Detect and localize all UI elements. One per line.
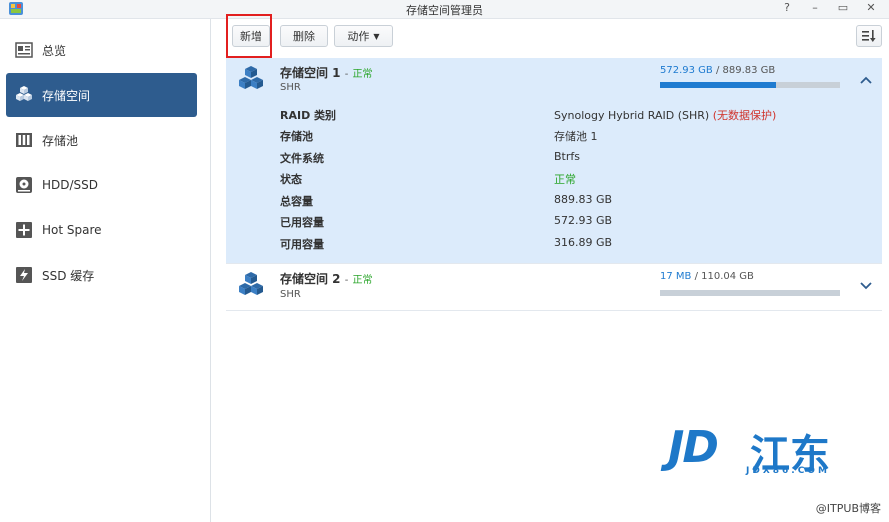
detail-label: 总容量 <box>280 195 313 208</box>
action-label: 动作 <box>347 30 370 43</box>
detail-value: 316.89 GB <box>554 236 613 249</box>
sidebar-item-hot-spare[interactable]: Hot Spare <box>6 208 197 252</box>
usage-used: 17 MB <box>660 271 692 282</box>
sort-button[interactable] <box>856 25 882 47</box>
chevron-down-icon[interactable] <box>858 278 874 294</box>
raid-warning: (无数据保护) <box>712 109 777 122</box>
volume-icon <box>239 66 263 89</box>
detail-value: 572.93 GB <box>554 214 613 227</box>
volume-type: SHR <box>280 289 301 300</box>
usage-total: 889.83 GB <box>722 65 776 76</box>
usage-slash: / <box>712 65 723 76</box>
detail-label: 已用容量 <box>280 216 324 229</box>
usage-bar <box>660 82 840 88</box>
volume-icon <box>239 272 263 295</box>
sidebar-item-label: 存储空间 <box>42 88 91 103</box>
volume-icon <box>14 85 34 105</box>
sidebar-item-label: HDD/SSD <box>42 178 99 192</box>
sidebar-item-overview[interactable]: 总览 <box>6 28 197 72</box>
credit-watermark: @ITPUB博客 <box>815 502 881 515</box>
maximize-button[interactable]: ▭ <box>836 1 850 15</box>
volume-name: 存储空间 2 - 正常 <box>280 270 373 287</box>
disk-icon <box>14 175 34 195</box>
window-title: 存储空间管理员 <box>406 4 483 17</box>
hot-spare-icon <box>14 220 34 240</box>
usage-slash: / <box>691 271 702 282</box>
caret-down-icon: ▼ <box>373 31 380 41</box>
volume-status: 正常 <box>352 69 373 80</box>
sidebar: 总览 存储空间 存储池 HDD/SSD Hot Spare SSD 缓存 <box>0 19 211 522</box>
detail-label: 文件系统 <box>280 152 324 165</box>
volume-name: 存储空间 1 - 正常 <box>280 64 373 81</box>
sidebar-item-label: 总览 <box>42 43 67 58</box>
sidebar-item-storage-pool[interactable]: 存储池 <box>6 118 197 162</box>
sidebar-item-hdd-ssd[interactable]: HDD/SSD <box>6 163 197 207</box>
overview-icon <box>14 40 34 60</box>
detail-label: 存储池 <box>280 130 313 143</box>
volume-separator: - <box>344 69 349 80</box>
watermark-logo: JD 江东 JDX86.COM <box>668 422 854 478</box>
detail-label: RAID 类别 <box>280 109 337 122</box>
usage-used: 572.93 GB <box>660 65 713 76</box>
raid-type-value: Synology Hybrid RAID (SHR) <box>554 109 710 122</box>
action-dropdown-button[interactable]: 动作 ▼ <box>334 25 393 47</box>
watermark-main: JD <box>668 422 719 473</box>
ssd-cache-icon <box>14 265 34 285</box>
volume-separator: - <box>344 275 349 286</box>
chevron-up-icon[interactable] <box>858 72 874 88</box>
usage-text: 572.93 GB / 889.83 GB <box>660 65 775 76</box>
create-button[interactable]: 新增 <box>232 25 270 47</box>
window-titlebar: 存储空间管理员 ? – ▭ ✕ <box>0 0 889 19</box>
detail-value: Btrfs <box>554 150 580 163</box>
detail-label: 状态 <box>280 173 302 186</box>
volume-panel-2[interactable]: 存储空间 2 - 正常 SHR 17 MB / 110.04 GB <box>226 264 882 311</box>
detail-value: 正常 <box>554 173 576 186</box>
toolbar: 新增 删除 动作 ▼ <box>226 23 886 51</box>
detail-value: 存储池 1 <box>554 130 598 143</box>
sidebar-item-label: 存储池 <box>42 133 79 148</box>
detail-value: 889.83 GB <box>554 193 613 206</box>
usage-bar <box>660 290 840 296</box>
help-button[interactable]: ? <box>780 1 794 15</box>
watermark-sub: JDX86.COM <box>746 466 830 476</box>
close-button[interactable]: ✕ <box>864 1 878 15</box>
usage-bar-fill <box>660 82 776 88</box>
volume-status: 正常 <box>352 275 373 286</box>
volume-panel-1[interactable]: 存储空间 1 - 正常 SHR 572.93 GB / 889.83 GB RA… <box>226 58 882 264</box>
sidebar-item-label: Hot Spare <box>42 223 102 237</box>
sidebar-item-volume[interactable]: 存储空间 <box>6 73 197 117</box>
volume-type: SHR <box>280 82 301 93</box>
volume-name-text: 存储空间 1 <box>280 66 341 80</box>
minimize-button[interactable]: – <box>808 1 822 15</box>
delete-button[interactable]: 删除 <box>280 25 328 47</box>
volume-name-text: 存储空间 2 <box>280 272 341 286</box>
detail-label: 可用容量 <box>280 238 324 251</box>
sidebar-item-ssd-cache[interactable]: SSD 缓存 <box>6 253 197 297</box>
usage-total: 110.04 GB <box>701 271 754 282</box>
detail-value: Synology Hybrid RAID (SHR) (无数据保护) <box>554 107 776 123</box>
usage-text: 17 MB / 110.04 GB <box>660 271 754 282</box>
storage-pool-icon <box>14 130 34 150</box>
sidebar-item-label: SSD 缓存 <box>42 268 95 283</box>
sort-icon <box>862 30 876 42</box>
